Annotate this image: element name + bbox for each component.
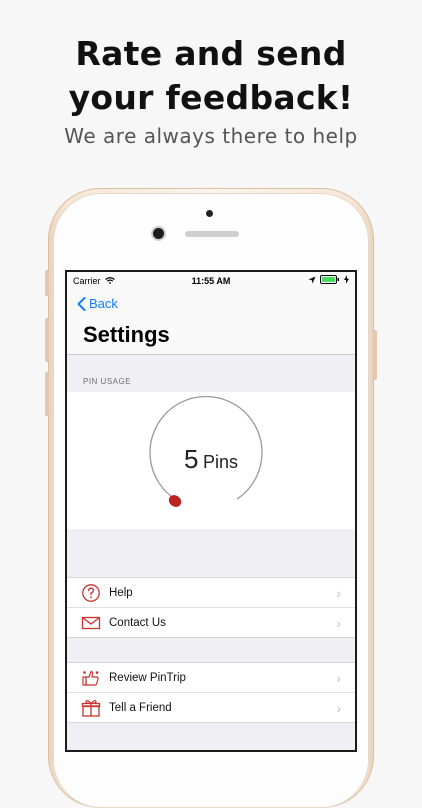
status-bar: Carrier 11:55 AM [67, 272, 355, 290]
headline-line-2: your feedback! [68, 78, 354, 117]
headline-line-1: Rate and send [75, 34, 347, 73]
menu-item-tell-a-friend[interactable]: Tell a Friend › [67, 692, 355, 722]
support-group: Help › Contact Us › [67, 577, 355, 638]
gift-icon [81, 700, 101, 717]
page-title: Settings [83, 322, 170, 347]
menu-item-label: Help [109, 587, 133, 599]
menu-item-label: Tell a Friend [109, 702, 172, 714]
status-right [308, 275, 349, 284]
mail-icon [81, 616, 101, 630]
phone-volume-up [45, 318, 49, 362]
pin-usage-section-label: PIN USAGE [83, 377, 132, 386]
help-icon [82, 584, 100, 602]
back-label: Back [89, 296, 118, 311]
phone-volume-down [45, 372, 49, 416]
chevron-right-icon: › [336, 615, 341, 631]
share-group: Review PinTrip › Tell a Friend › [67, 662, 355, 723]
phone-mute-switch [45, 270, 49, 296]
chevron-left-icon [77, 296, 86, 311]
menu-item-label: Contact Us [109, 617, 166, 629]
menu-item-help[interactable]: Help › [67, 578, 355, 607]
menu-item-review-pintrip[interactable]: Review PinTrip › [67, 663, 355, 692]
back-button[interactable]: Back [77, 296, 118, 311]
chevron-right-icon: › [336, 585, 341, 601]
charging-bolt-icon [344, 275, 349, 284]
chevron-right-icon: › [336, 670, 341, 686]
battery-icon [320, 275, 339, 284]
promo-subheadline: We are always there to help [64, 124, 358, 148]
phone-power-button [373, 330, 377, 380]
pin-count-label: 5 Pins [67, 444, 355, 475]
thumbs-up-icon [82, 670, 99, 686]
proximity-sensor [206, 210, 213, 217]
menu-item-label: Review PinTrip [109, 672, 186, 684]
location-arrow-icon [308, 276, 316, 283]
earpiece-speaker [185, 231, 239, 237]
pin-unit: Pins [202, 452, 238, 472]
pin-usage-card: 5 Pins [67, 392, 355, 529]
pin-count: 5 [184, 444, 199, 474]
front-camera [153, 228, 164, 239]
chevron-right-icon: › [336, 700, 341, 716]
promo-headline: Rate and send your feedback! [0, 32, 422, 120]
app-screen: Carrier 11:55 AM Back Settings PIN USAGE [67, 272, 355, 750]
navigation-bar: Back Settings [67, 290, 355, 355]
menu-item-contact-us[interactable]: Contact Us › [67, 607, 355, 637]
